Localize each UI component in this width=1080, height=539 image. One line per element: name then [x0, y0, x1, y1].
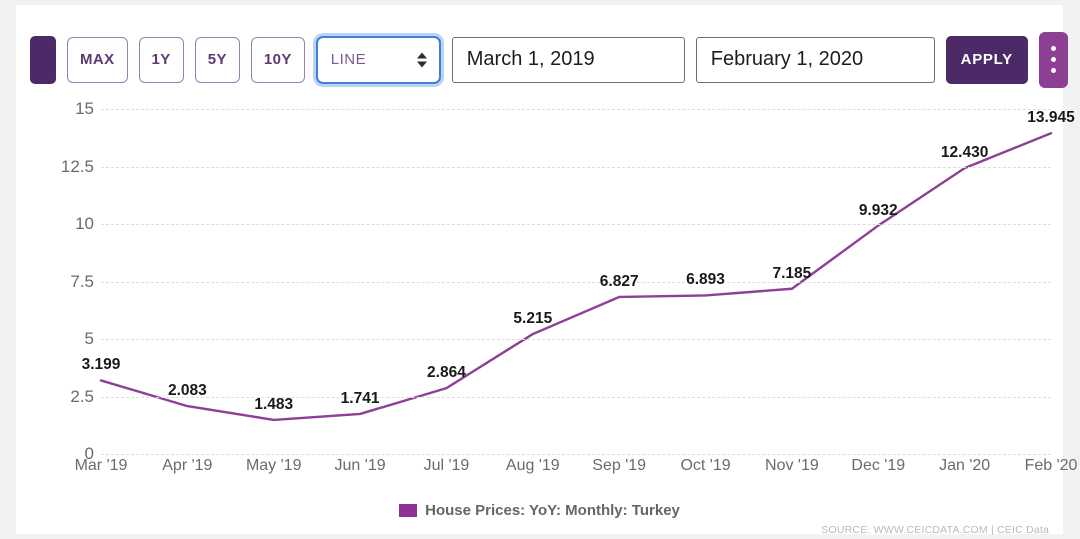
range-button-10y-label: 10Y	[264, 51, 292, 68]
y-axis-tick-label: 7.5	[24, 272, 94, 292]
data-point-label: 9.932	[859, 202, 898, 220]
x-axis-tick-label: Feb '20	[1025, 457, 1078, 475]
source-attribution: SOURCE: WWW.CEICDATA.COM | CEIC Data	[821, 524, 1049, 536]
x-axis-tick-label: Jan '20	[939, 457, 990, 475]
x-axis-tick-label: Aug '19	[506, 457, 560, 475]
data-point-label: 6.893	[686, 271, 725, 289]
end-date-value: February 1, 2020	[711, 48, 863, 71]
data-point-label: 3.199	[82, 356, 121, 374]
x-axis-tick-label: Jun '19	[335, 457, 386, 475]
range-button-5y-label: 5Y	[208, 51, 227, 68]
gridline	[101, 454, 1051, 455]
range-button-1y[interactable]: 1Y	[139, 37, 184, 83]
legend-label[interactable]: House Prices: YoY: Monthly: Turkey	[425, 502, 680, 519]
apply-button[interactable]: APPLY	[946, 36, 1028, 84]
gridline	[101, 282, 1051, 283]
x-axis-tick-label: Sep '19	[592, 457, 646, 475]
apply-button-label: APPLY	[961, 51, 1013, 68]
y-axis-tick-label: 10	[24, 214, 94, 234]
data-point-label: 7.185	[773, 265, 812, 283]
chart-card: MAX 1Y 5Y 10Y LINE March 1, 2019	[16, 5, 1063, 534]
y-axis-tick-label: 2.5	[24, 387, 94, 407]
end-date-input[interactable]: February 1, 2020	[696, 37, 935, 83]
data-point-label: 2.083	[168, 382, 207, 400]
x-axis: Mar '19Apr '19May '19Jun '19Jul '19Aug '…	[101, 457, 1051, 483]
y-axis: 02.557.51012.515	[16, 109, 94, 454]
range-button-max-label: MAX	[80, 51, 115, 68]
range-button-1y-label: 1Y	[152, 51, 171, 68]
data-point-label: 12.430	[941, 144, 988, 162]
gridline	[101, 109, 1051, 110]
data-point-label: 1.483	[254, 396, 293, 414]
y-axis-tick-label: 12.5	[24, 157, 94, 177]
chart-page: MAX 1Y 5Y 10Y LINE March 1, 2019	[0, 0, 1080, 539]
gridline	[101, 224, 1051, 225]
x-axis-tick-label: Apr '19	[162, 457, 212, 475]
spinner-arrows-icon	[417, 52, 427, 67]
chart-legend: House Prices: YoY: Monthly: Turkey	[16, 502, 1063, 519]
y-axis-tick-label: 5	[24, 329, 94, 349]
gridline	[101, 167, 1051, 168]
x-axis-tick-label: Nov '19	[765, 457, 819, 475]
chart-plot-area: 02.557.51012.515 3.1992.0831.4831.7412.8…	[16, 97, 1063, 497]
data-point-label: 1.741	[341, 390, 380, 408]
chart-type-select[interactable]: LINE	[316, 36, 441, 84]
gridline	[101, 339, 1051, 340]
data-point-label: 2.864	[427, 364, 466, 382]
gridline	[101, 397, 1051, 398]
range-button-max[interactable]: MAX	[67, 37, 128, 83]
range-button-10y[interactable]: 10Y	[251, 37, 305, 83]
x-axis-tick-label: Jul '19	[424, 457, 470, 475]
plot-canvas: 3.1992.0831.4831.7412.8645.2156.8276.893…	[101, 109, 1051, 454]
series-color-swatch[interactable]	[30, 36, 56, 84]
data-point-label: 13.945	[1027, 109, 1074, 127]
x-axis-tick-label: Mar '19	[75, 457, 128, 475]
y-axis-tick-label: 15	[24, 99, 94, 119]
x-axis-tick-label: Oct '19	[680, 457, 730, 475]
data-point-label: 5.215	[513, 310, 552, 328]
kebab-menu-icon[interactable]	[1039, 32, 1068, 88]
chart-type-select-value: LINE	[318, 51, 366, 68]
x-axis-tick-label: May '19	[246, 457, 302, 475]
chart-toolbar: MAX 1Y 5Y 10Y LINE March 1, 2019	[30, 33, 1068, 86]
x-axis-tick-label: Dec '19	[851, 457, 905, 475]
start-date-value: March 1, 2019	[467, 48, 595, 71]
range-button-5y[interactable]: 5Y	[195, 37, 240, 83]
start-date-input[interactable]: March 1, 2019	[452, 37, 685, 83]
legend-swatch	[399, 504, 417, 517]
data-point-label: 6.827	[600, 273, 639, 291]
